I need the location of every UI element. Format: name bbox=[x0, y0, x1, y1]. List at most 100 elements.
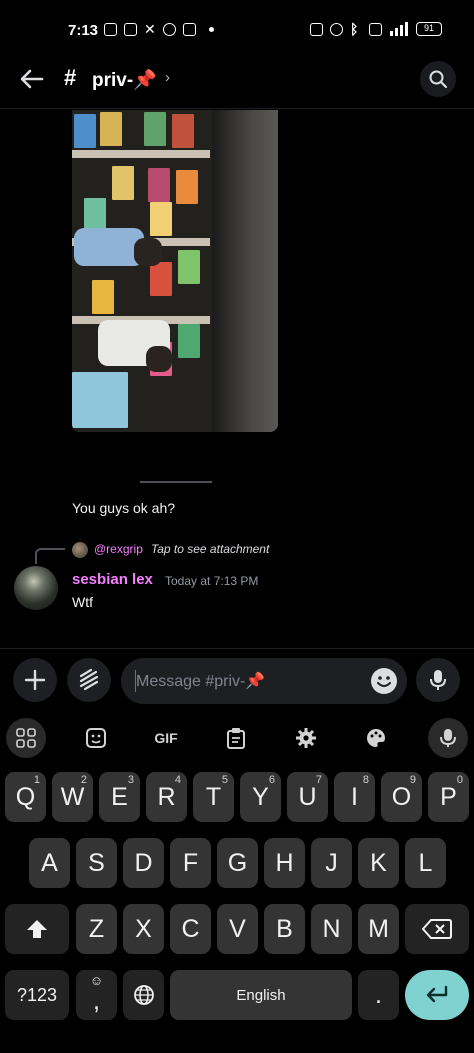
clipboard-button[interactable] bbox=[216, 722, 256, 754]
key-x[interactable]: X bbox=[123, 904, 164, 954]
key-s[interactable]: S bbox=[76, 838, 117, 888]
instagram-icon bbox=[104, 23, 117, 36]
emoji-hint-icon: ☺ bbox=[89, 973, 104, 988]
channel-title[interactable]: priv-📌 bbox=[92, 68, 157, 92]
photo-person bbox=[146, 346, 172, 372]
key-label: G bbox=[227, 848, 248, 877]
space-label: English bbox=[236, 986, 286, 1004]
keyboard: GIF Q1 W2 E3 R4 T5 Y6 U7 I8 O9 P0 A S D … bbox=[0, 710, 474, 1053]
battery-indicator: 91 bbox=[416, 22, 442, 36]
key-label: C bbox=[181, 914, 200, 943]
image-attachment[interactable] bbox=[72, 110, 278, 432]
key-p[interactable]: P0 bbox=[428, 772, 469, 822]
key-label: . bbox=[375, 980, 382, 1009]
key-u[interactable]: U7 bbox=[287, 772, 328, 822]
photo-wall bbox=[212, 110, 278, 432]
nfc-icon bbox=[310, 22, 323, 36]
key-q[interactable]: Q1 bbox=[5, 772, 46, 822]
key-t[interactable]: T5 bbox=[193, 772, 234, 822]
key-z[interactable]: Z bbox=[76, 904, 117, 954]
keyboard-voice-button[interactable] bbox=[428, 718, 468, 758]
photo-bookshelf bbox=[72, 110, 212, 432]
reply-connector bbox=[35, 548, 65, 564]
key-c[interactable]: C bbox=[170, 904, 211, 954]
key-y[interactable]: Y6 bbox=[240, 772, 281, 822]
key-label: J bbox=[325, 848, 338, 877]
key-m[interactable]: M bbox=[358, 904, 399, 954]
clipboard-icon bbox=[227, 728, 245, 749]
key-label: Y bbox=[252, 782, 269, 811]
shift-key[interactable] bbox=[5, 904, 69, 954]
app-icon bbox=[163, 23, 176, 36]
more-notifications-dot bbox=[209, 27, 214, 32]
photo-book bbox=[178, 250, 200, 284]
key-j[interactable]: J bbox=[311, 838, 352, 888]
key-label: B bbox=[276, 914, 293, 943]
channel-header: # priv-📌 › bbox=[0, 56, 474, 106]
avatar[interactable] bbox=[14, 566, 58, 610]
reply-avatar[interactable] bbox=[72, 542, 88, 558]
language-key[interactable] bbox=[123, 970, 164, 1020]
photo-book bbox=[176, 170, 198, 204]
mail-icon bbox=[183, 23, 196, 36]
key-label: I bbox=[351, 782, 358, 811]
key-v[interactable]: V bbox=[217, 904, 258, 954]
emoji-button[interactable] bbox=[371, 668, 397, 694]
key-label: S bbox=[88, 848, 105, 877]
key-e[interactable]: E3 bbox=[99, 772, 140, 822]
key-label: M bbox=[368, 914, 389, 943]
symbols-key[interactable]: ?123 bbox=[5, 970, 69, 1020]
key-l[interactable]: L bbox=[405, 838, 446, 888]
key-b[interactable]: B bbox=[264, 904, 305, 954]
period-key[interactable]: . bbox=[358, 970, 399, 1020]
apps-button[interactable] bbox=[67, 658, 111, 702]
author-name[interactable]: sesbian lex bbox=[72, 571, 153, 588]
enter-key[interactable] bbox=[405, 970, 469, 1020]
key-w[interactable]: W2 bbox=[52, 772, 93, 822]
key-o[interactable]: O9 bbox=[381, 772, 422, 822]
key-i[interactable]: I8 bbox=[334, 772, 375, 822]
theme-button[interactable] bbox=[356, 722, 396, 754]
photo-book bbox=[92, 280, 114, 314]
sticker-button[interactable] bbox=[76, 722, 116, 754]
key-n[interactable]: N bbox=[311, 904, 352, 954]
comma-key[interactable]: ☺ , bbox=[76, 970, 117, 1020]
key-label: E bbox=[111, 782, 128, 811]
key-label: O bbox=[391, 782, 412, 811]
gif-button[interactable]: GIF bbox=[146, 722, 186, 754]
photo-book bbox=[150, 202, 172, 236]
key-label: D bbox=[134, 848, 153, 877]
sticker-icon bbox=[86, 728, 106, 748]
search-button[interactable] bbox=[420, 61, 456, 97]
key-d[interactable]: D bbox=[123, 838, 164, 888]
key-hint: 1 bbox=[33, 774, 40, 786]
key-h[interactable]: H bbox=[264, 838, 305, 888]
key-a[interactable]: A bbox=[29, 838, 70, 888]
reply-preview[interactable]: Tap to see attachment bbox=[151, 542, 269, 556]
voice-message-button[interactable] bbox=[416, 658, 460, 702]
message-text: Wtf bbox=[72, 594, 93, 610]
key-label: Q bbox=[15, 782, 36, 811]
photo-book bbox=[100, 112, 122, 146]
key-r[interactable]: R4 bbox=[146, 772, 187, 822]
back-button[interactable] bbox=[18, 65, 46, 93]
chevron-right-icon[interactable]: › bbox=[165, 69, 170, 86]
key-label: , bbox=[93, 986, 100, 1015]
key-label: Z bbox=[88, 914, 105, 943]
keyboard-settings-button[interactable] bbox=[286, 722, 326, 754]
reply-username[interactable]: @rexgrip bbox=[94, 542, 143, 556]
add-attachment-button[interactable] bbox=[13, 658, 57, 702]
message-input[interactable]: Message #priv-📌 bbox=[121, 658, 407, 704]
backspace-key[interactable] bbox=[405, 904, 469, 954]
space-key[interactable]: English bbox=[170, 970, 352, 1020]
key-label: X bbox=[135, 914, 152, 943]
message-text: You guys ok ah? bbox=[72, 500, 176, 516]
apps-grid-icon bbox=[16, 728, 36, 748]
key-g[interactable]: G bbox=[217, 838, 258, 888]
key-hint: 9 bbox=[409, 774, 416, 786]
key-f[interactable]: F bbox=[170, 838, 211, 888]
key-label: F bbox=[182, 848, 199, 877]
key-k[interactable]: K bbox=[358, 838, 399, 888]
message-timestamp: Today at 7:13 PM bbox=[165, 574, 259, 588]
keyboard-apps-button[interactable] bbox=[6, 718, 46, 758]
